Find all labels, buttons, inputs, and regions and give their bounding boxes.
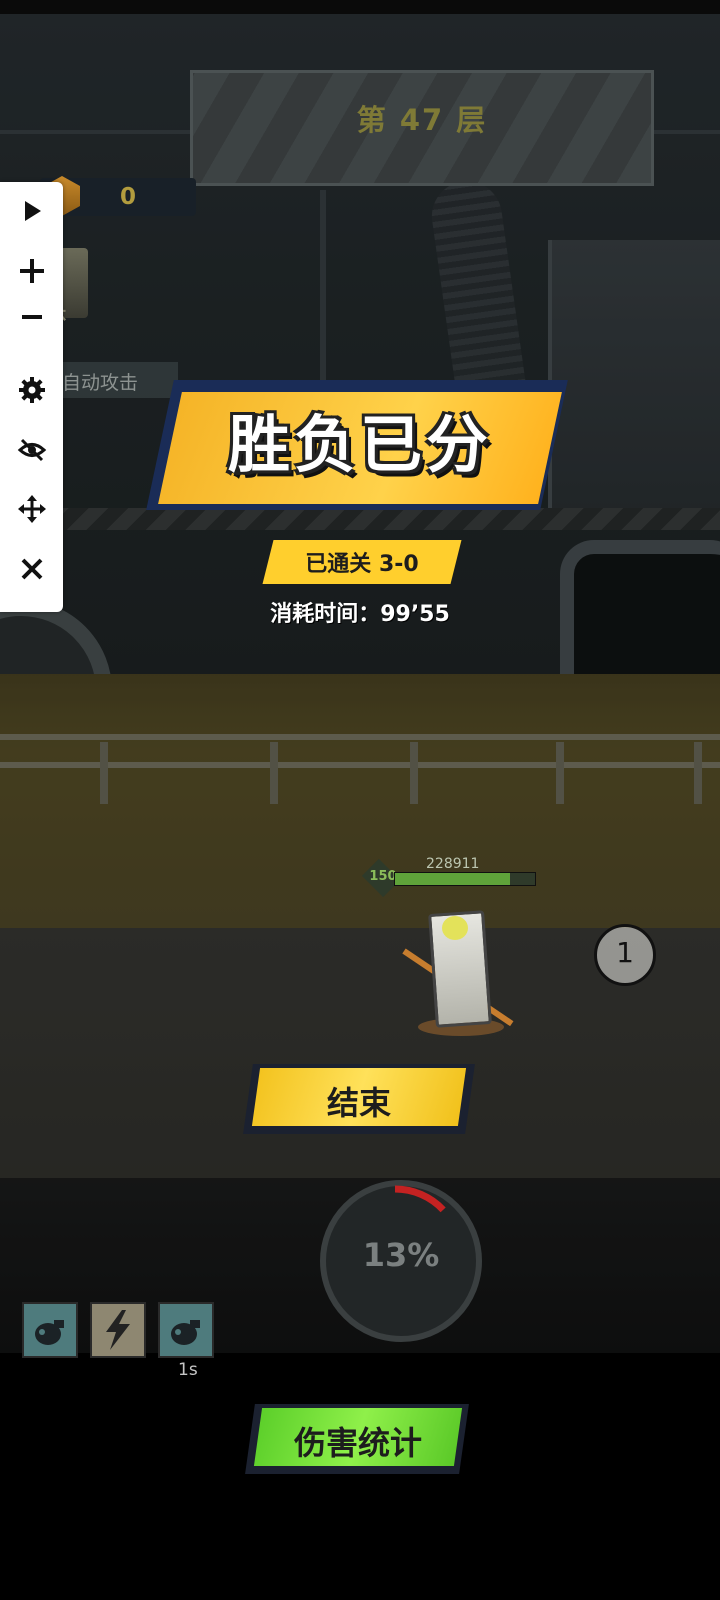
close-button[interactable] <box>0 544 63 594</box>
floor-label: 第 47 层 <box>356 103 488 137</box>
zoom-in-icon <box>19 259 44 283</box>
time-consumed: 消耗时间：99’55 <box>270 602 450 627</box>
auto-attack-label: 自动攻击 <box>62 372 139 394</box>
skill-cooldown: 1s <box>178 1360 198 1380</box>
skill-slot-2[interactable] <box>90 1302 146 1358</box>
cleared-label: 已通关 3-0 <box>305 552 419 577</box>
currency-value: 0 <box>120 184 137 210</box>
grenade-icon <box>35 1320 64 1345</box>
play-icon <box>24 201 41 221</box>
result-title: 胜负已分 <box>227 408 492 481</box>
eye-off-icon <box>17 438 46 462</box>
bottom-panel <box>0 1353 720 1600</box>
gear-icon <box>18 377 45 403</box>
play-button[interactable] <box>0 186 63 236</box>
charge-percent: 13% <box>362 1236 440 1274</box>
end-button[interactable] <box>251 1068 467 1126</box>
zoom-out-button[interactable] <box>0 292 63 342</box>
status-bar-strip <box>0 0 720 14</box>
floating-toolbar <box>0 182 63 612</box>
game-scene <box>0 0 720 1600</box>
move-button[interactable] <box>0 484 63 534</box>
enemy-hp-bar <box>394 872 536 886</box>
damage-stats-button[interactable] <box>253 1408 463 1466</box>
target-number: 1 <box>616 936 634 969</box>
zoom-out-icon <box>21 315 42 319</box>
close-icon <box>21 558 42 580</box>
hide-button[interactable] <box>0 425 63 475</box>
grenade-icon <box>171 1320 200 1345</box>
lightning-icon <box>106 1310 130 1350</box>
zoom-in-button[interactable] <box>0 246 63 296</box>
enemy-face <box>442 916 468 940</box>
settings-button[interactable] <box>0 365 63 415</box>
floor-sign: 第 47 层 <box>190 70 654 186</box>
skill-slot-3[interactable] <box>158 1302 214 1358</box>
enemy-hp-value: 228911 <box>426 856 480 872</box>
skill-slot-1[interactable] <box>22 1302 78 1358</box>
move-icon <box>17 495 46 523</box>
enemy-hp-fill <box>395 873 510 885</box>
